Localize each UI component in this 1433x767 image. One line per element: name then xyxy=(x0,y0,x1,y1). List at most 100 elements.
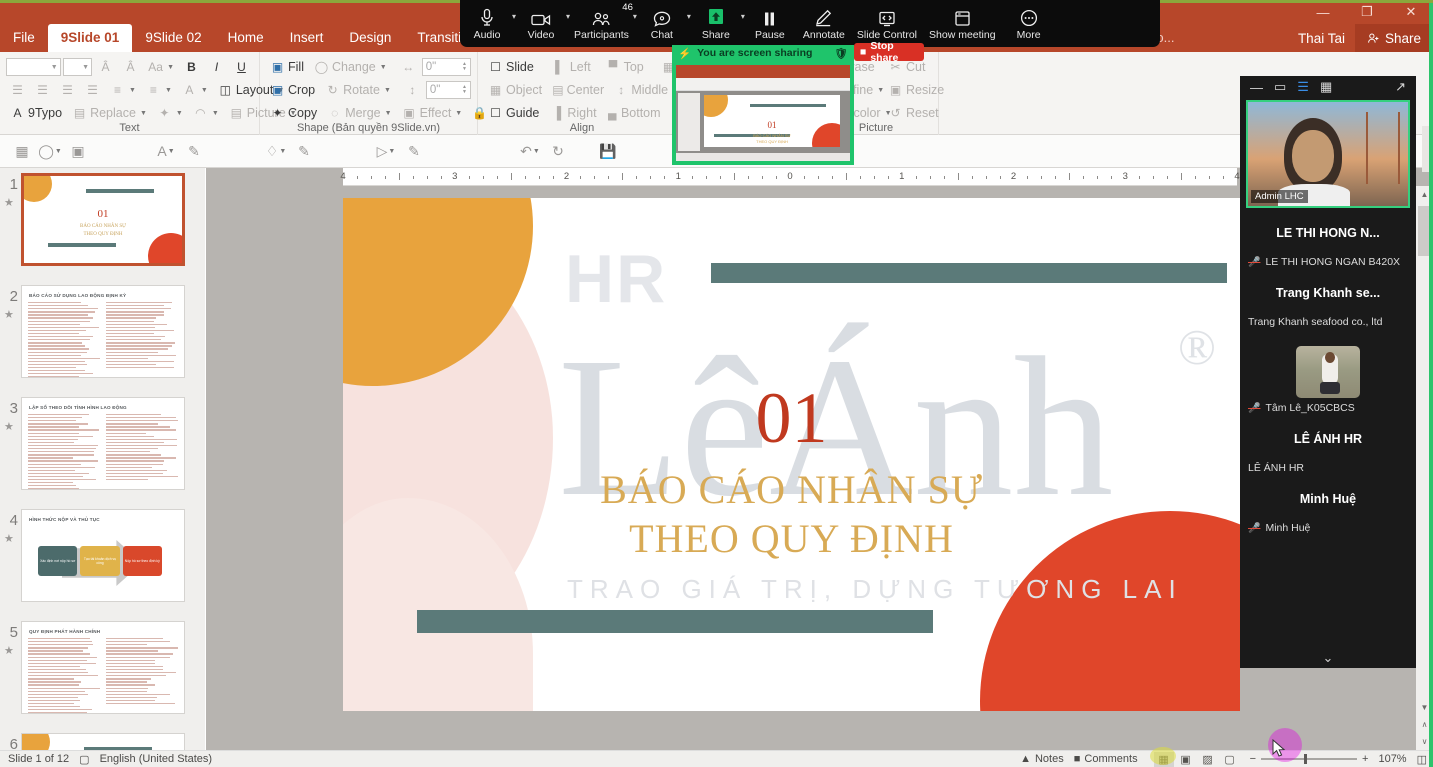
speaker-view-icon[interactable]: ▭ xyxy=(1274,79,1286,95)
text-box-tool[interactable]: ▦ xyxy=(8,139,36,163)
zoom-toolbar-annotate-button[interactable]: Annotate xyxy=(797,0,851,47)
ribbon-tab-home[interactable]: Home xyxy=(215,24,277,52)
fill-button[interactable]: ▣Fill xyxy=(266,59,308,76)
zoom-toolbar-audio-button[interactable]: Audio▾ xyxy=(460,0,514,47)
self-video-tile[interactable]: Admin LHC xyxy=(1246,100,1410,208)
copy-shape-button[interactable]: ✦Copy xyxy=(266,105,321,122)
thumbnail-frame[interactable]: BÁO CÁO SỬ DỤNG LAO ĐỘNG ĐỊNH KỲ xyxy=(21,285,185,378)
thumbnail-frame[interactable]: HÌNH THỨC NỘP VÀ THỦ TỤCXác định nơi nộp… xyxy=(21,509,185,602)
font-color-tool[interactable]: A▼ xyxy=(152,139,180,163)
thumbnail-frame[interactable]: LẬP SỔ THEO DÕI TÌNH HÌNH LAO ĐỘNG xyxy=(21,397,185,490)
slide-thumbnail-4[interactable]: 4★HÌNH THỨC NỘP VÀ THỦ TỤCXác định nơi n… xyxy=(0,504,205,616)
gallery-view-icon[interactable]: ▦ xyxy=(1320,79,1332,95)
bottom-teal-bar[interactable] xyxy=(417,610,933,633)
align-left-button[interactable]: ☰ xyxy=(6,82,29,99)
outline-brush-tool[interactable]: ✎ xyxy=(400,139,428,163)
shrink-font-button[interactable]: Â xyxy=(119,59,142,76)
animation-button[interactable]: ✦▼ xyxy=(153,105,187,122)
participants-scroll-down-icon[interactable]: ⌄ xyxy=(1240,650,1416,666)
bullets-button[interactable]: ≡▼ xyxy=(106,82,140,99)
font-family-combo[interactable]: ▼ xyxy=(6,58,61,76)
bold-button[interactable]: B xyxy=(180,59,203,76)
align-right-button[interactable]: ☰ xyxy=(56,82,79,99)
participant-tile[interactable]: 🎤Tâm Lê_K05CBCS xyxy=(1240,346,1416,414)
slide-thumbnail-3[interactable]: 3★LẬP SỔ THEO DÕI TÌNH HÌNH LAO ĐỘNG xyxy=(0,392,205,504)
ribbon-tab-insert[interactable]: Insert xyxy=(277,24,337,52)
participants-list[interactable]: LE THI HONG N...🎤LE THI HONG NGAN B420X T… xyxy=(1240,226,1416,534)
slide-sorter-view-button[interactable]: ▣ xyxy=(1176,752,1196,767)
align-right-button[interactable]: ▐Right xyxy=(545,105,600,122)
slide-number-text[interactable]: 01 xyxy=(343,377,1240,460)
slide-title-line1[interactable]: BÁO CÁO NHÂN SỰ xyxy=(343,466,1240,513)
fill-color-tool[interactable]: ♢▼ xyxy=(262,139,290,163)
justify-button[interactable]: ☰ xyxy=(81,82,104,99)
numbering-button[interactable]: ≡▼ xyxy=(142,82,176,99)
zoom-toolbar-chat-button[interactable]: Chat▾ xyxy=(635,0,689,47)
slide-canvas[interactable]: HR LêÁnh ® TRAO GIÁ TRỊ, DỰNG TƯƠNG LAI … xyxy=(343,198,1240,711)
ribbon-tab-file[interactable]: File xyxy=(0,24,48,52)
grow-font-button[interactable]: Â xyxy=(94,59,117,76)
participant-video[interactable] xyxy=(1296,346,1360,398)
9typo-button[interactable]: A9Typo xyxy=(6,105,66,122)
strip-view-icon[interactable]: ☰ xyxy=(1297,79,1309,95)
undo-button[interactable]: ↶▼ xyxy=(516,139,544,163)
slideshow-view-button[interactable]: ▢ xyxy=(1220,752,1240,767)
align-guide-button[interactable]: ☐Guide xyxy=(484,105,543,122)
align-top-button[interactable]: ▀Top xyxy=(602,59,655,76)
shape-tool[interactable]: ◯▼ xyxy=(36,139,64,163)
slide-title-line2[interactable]: THEO QUY ĐỊNH xyxy=(343,515,1240,562)
ribbon-tab-9slide-01[interactable]: 9Slide 01 xyxy=(48,24,133,52)
align-slide-button[interactable]: ☐Slide xyxy=(484,59,546,76)
zoom-toolbar-pause-button[interactable]: Pause xyxy=(743,0,797,47)
merge-button[interactable]: ◌Merge▼ xyxy=(323,105,395,122)
outline-tool[interactable]: ▷▼ xyxy=(372,139,400,163)
smartart-button[interactable]: ◠▼ xyxy=(189,105,223,122)
thumbnail-frame[interactable]: 01BÁO CÁO NHÂN SỰTHEO QUY ĐỊNH xyxy=(21,173,185,266)
align-middle-button[interactable]: ↕Middle xyxy=(610,82,672,99)
align-bottom-button[interactable]: ▄Bottom xyxy=(603,105,665,122)
change-shape-button[interactable]: ◯Change▼ xyxy=(310,59,391,76)
ribbon-tab-design[interactable]: Design xyxy=(336,24,404,52)
slide-thumbnail-5[interactable]: 5★QUY ĐỊNH PHÁT HÀNH CHÍNH xyxy=(0,616,205,728)
slide-thumbnail-pane[interactable]: 1★01BÁO CÁO NHÂN SỰTHEO QUY ĐỊNH2★BÁO CÁ… xyxy=(0,168,205,750)
align-object-button[interactable]: ▦Object xyxy=(484,82,546,99)
ribbon-tab-9slide-02[interactable]: 9Slide 02 xyxy=(132,24,214,52)
zoom-toolbar-more-button[interactable]: More xyxy=(1002,0,1056,47)
language-label[interactable]: English (United States) xyxy=(100,753,213,765)
slide-thumbnail-6[interactable]: 6★ xyxy=(0,728,205,750)
minimize-panel-icon[interactable]: — xyxy=(1250,80,1263,95)
change-case-button[interactable]: Aa▼ xyxy=(144,59,178,76)
participant-tile[interactable]: Trang Khanh se...Trang Khanh seafood co.… xyxy=(1240,286,1416,328)
effect-button[interactable]: ▣Effect▼ xyxy=(398,105,467,122)
thumbnail-frame[interactable] xyxy=(21,733,185,750)
participant-tile[interactable]: LÊ ÁNH HRLÊ ÁNH HR xyxy=(1240,432,1416,474)
replace-button[interactable]: ▤Replace▼ xyxy=(68,105,151,122)
expand-panel-icon[interactable]: ↗ xyxy=(1395,79,1406,95)
minimize-button[interactable]: — xyxy=(1301,0,1345,24)
participant-tile[interactable]: Minh Huệ🎤Minh Huệ xyxy=(1240,492,1416,534)
reset-button[interactable]: ↺Reset xyxy=(884,105,943,122)
zoom-toolbar-participants-button[interactable]: Participants▾46 xyxy=(568,0,635,47)
comments-button[interactable]: ■Comments xyxy=(1074,753,1138,765)
zoom-knob[interactable] xyxy=(1304,754,1307,764)
slide-thumbnail-1[interactable]: 1★01BÁO CÁO NHÂN SỰTHEO QUY ĐỊNH xyxy=(0,168,205,280)
fill-brush-tool[interactable]: ✎ xyxy=(290,139,318,163)
zoom-toolbar-share-button[interactable]: Share▾ xyxy=(689,0,743,47)
align-center-button[interactable]: ☰ xyxy=(31,82,54,99)
stop-share-button[interactable]: ■ Stop share xyxy=(854,43,924,61)
slide-thumbnail-2[interactable]: 2★BÁO CÁO SỬ DỤNG LAO ĐỘNG ĐỊNH KỲ xyxy=(0,280,205,392)
align-left-obj-button[interactable]: ▌Left xyxy=(548,59,600,76)
zoom-level-label[interactable]: 107% xyxy=(1378,753,1406,765)
thumbnail-frame[interactable]: QUY ĐỊNH PHÁT HÀNH CHÍNH xyxy=(21,621,185,714)
italic-button[interactable]: I xyxy=(205,59,228,76)
fit-to-window-button[interactable]: ◫ xyxy=(1417,753,1427,766)
insert-image-tool[interactable]: ▣ xyxy=(64,139,92,163)
zoom-out-button[interactable]: − xyxy=(1250,753,1256,765)
reading-view-button[interactable]: ▨ xyxy=(1198,752,1218,767)
participant-tile[interactable]: LE THI HONG N...🎤LE THI HONG NGAN B420X xyxy=(1240,226,1416,268)
zoom-toolbar-video-button[interactable]: Video▾ xyxy=(514,0,568,47)
rotate-button[interactable]: ↻Rotate▼ xyxy=(321,82,395,99)
save-button[interactable]: 💾 xyxy=(594,139,622,163)
spellcheck-icon[interactable]: ▢ xyxy=(79,753,89,766)
text-brush-tool[interactable]: ✎ xyxy=(180,139,208,163)
